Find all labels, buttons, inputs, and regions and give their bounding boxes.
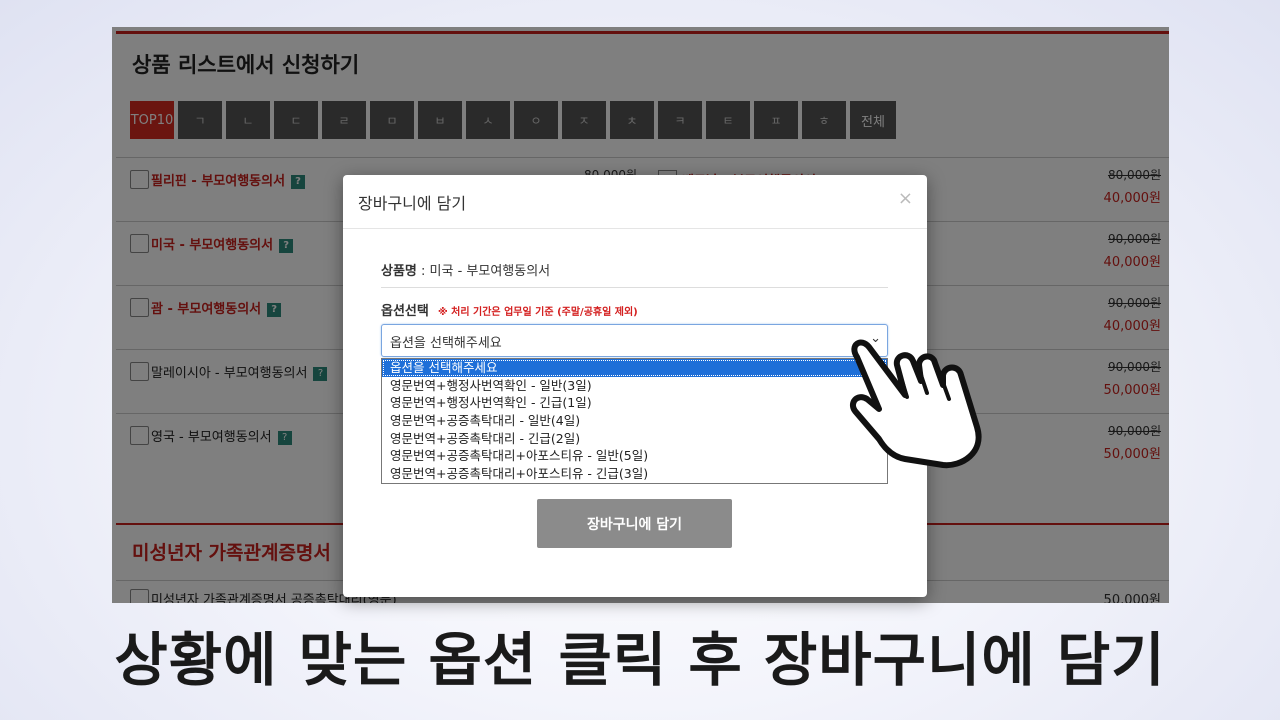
option-label: 옵션선택 [381, 304, 429, 319]
option-line: 옵션선택 ※ 처리 기간은 업무일 기준 (주말/공휴일 제외) [381, 300, 888, 319]
option-item[interactable]: 영문번역+공증촉탁대리+아포스티유 - 일반(5일) [382, 447, 887, 465]
option-dropdown-list: 옵션을 선택해주세요 영문번역+행정사번역확인 - 일반(3일) 영문번역+행정… [381, 358, 888, 484]
add-to-cart-button[interactable]: 장바구니에 담기 [537, 499, 732, 548]
option-item[interactable]: 영문번역+행정사번역확인 - 일반(3일) [382, 377, 887, 395]
option-item[interactable]: 영문번역+공증촉탁대리 - 긴급(2일) [382, 430, 887, 448]
product-name-line: 상품명 : 미국 - 부모여행동의서 [381, 260, 888, 279]
option-item[interactable]: 영문번역+공증촉탁대리+아포스티유 - 긴급(3일) [382, 465, 887, 483]
close-icon[interactable]: × [898, 188, 913, 209]
option-item[interactable]: 영문번역+행정사번역확인 - 긴급(1일) [382, 394, 887, 412]
option-item[interactable]: 옵션을 선택해주세요 [382, 359, 887, 377]
caption-text: 상황에 맞는 옵션 클릭 후 장바구니에 담기 [114, 626, 1166, 694]
option-select-value: 옵션을 선택해주세요 [390, 336, 502, 351]
product-label: 상품명 : 미국 - 부모여행동의서 [381, 264, 550, 279]
pointing-hand-icon [849, 339, 982, 469]
option-item[interactable]: 영문번역+공증촉탁대리 - 일반(4일) [382, 412, 887, 430]
option-label-text: 옵션선택 [381, 304, 429, 319]
modal-header: 장바구니에 담기 × [343, 175, 927, 229]
product-value: : 미국 - 부모여행동의서 [416, 264, 551, 279]
product-label-text: 상품명 [381, 264, 417, 279]
modal-title: 장바구니에 담기 [358, 194, 467, 213]
divider [381, 287, 888, 288]
option-select[interactable]: 옵션을 선택해주세요 ⌄ [381, 324, 888, 357]
option-note: ※ 처리 기간은 업무일 기준 (주말/공휴일 제외) [437, 307, 638, 318]
